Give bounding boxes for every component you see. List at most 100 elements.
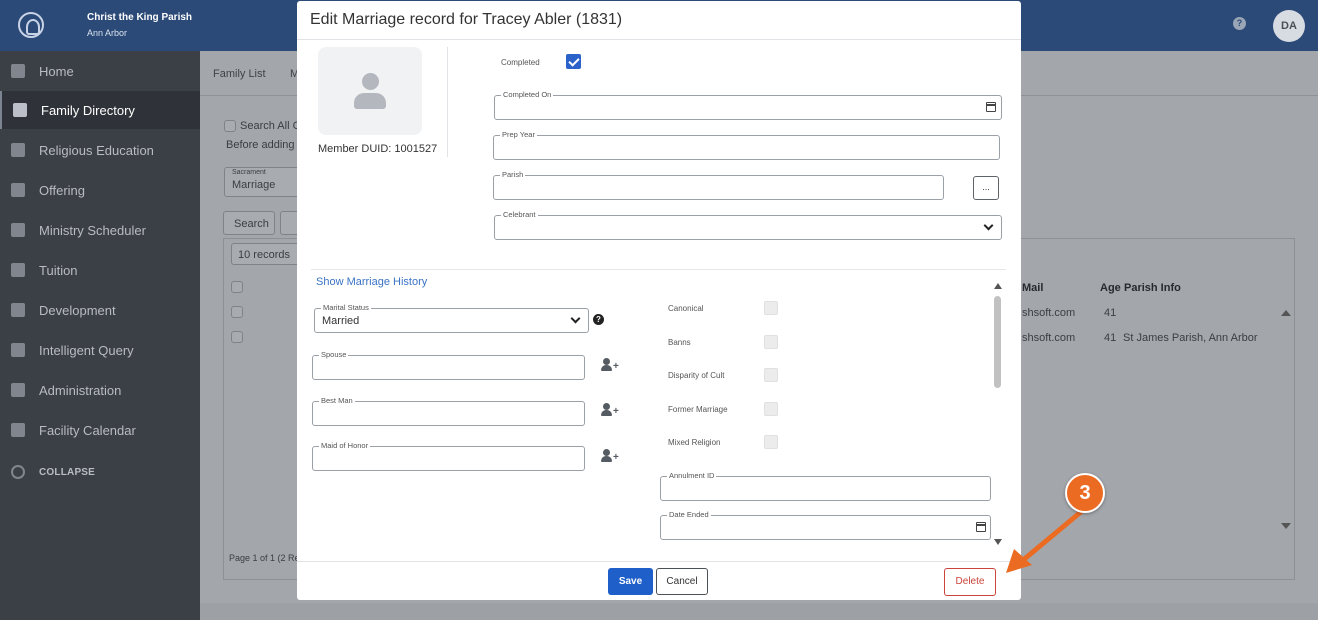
- sidebar-item-label: Facility Calendar: [39, 422, 136, 438]
- step-number-badge: 3: [1065, 473, 1105, 513]
- marital-status-select[interactable]: Marital Status Married: [314, 303, 589, 333]
- cell-parish-info: St James Parish, Ann Arbor: [1123, 332, 1258, 344]
- sitemap-icon: [11, 303, 25, 317]
- edit-marriage-modal: Edit Marriage record for Tracey Abler (1…: [297, 1, 1021, 600]
- sidebar: Home Family Directory Religious Educatio…: [0, 51, 200, 620]
- cell-email: shsoft.com: [1022, 307, 1076, 319]
- column-header-mail[interactable]: Mail: [1022, 282, 1043, 294]
- sidebar-item-label: Religious Education: [39, 142, 154, 158]
- sidebar-item-development[interactable]: Development: [0, 291, 200, 329]
- marital-status-help-icon[interactable]: ?: [593, 314, 604, 325]
- scrollbar-thumb[interactable]: [994, 296, 1001, 388]
- sacrament-value: Marriage: [232, 179, 276, 191]
- modal-title: Edit Marriage record for Tracey Abler (1…: [310, 11, 623, 28]
- show-marriage-history-link[interactable]: Show Marriage History: [316, 276, 427, 288]
- scroll-up-icon[interactable]: [994, 283, 1002, 289]
- disparity-label: Disparity of Cult: [668, 371, 725, 380]
- table-scroll-down-icon[interactable]: [1281, 523, 1291, 529]
- completed-on-field[interactable]: Completed On: [494, 90, 1002, 120]
- select-all-checkbox[interactable]: [231, 281, 243, 293]
- former-marriage-checkbox[interactable]: [764, 402, 778, 416]
- marital-status-label: Marital Status: [321, 303, 371, 312]
- celebrant-select[interactable]: Celebrant: [494, 210, 1002, 240]
- calendar-icon: [11, 223, 25, 237]
- add-spouse-icon[interactable]: +: [601, 358, 619, 372]
- search-button[interactable]: Search: [223, 211, 275, 235]
- search-all-checkbox[interactable]: [224, 120, 236, 132]
- sidebar-item-administration[interactable]: Administration: [0, 371, 200, 409]
- heart-icon: [11, 183, 25, 197]
- sidebar-item-label: Family Directory: [41, 102, 135, 118]
- sidebar-item-family-directory[interactable]: Family Directory: [0, 91, 200, 129]
- table-scroll-up-icon[interactable]: [1281, 310, 1291, 316]
- canonical-checkbox[interactable]: [764, 301, 778, 315]
- calendar-icon[interactable]: [985, 102, 996, 112]
- completed-checkbox[interactable]: [566, 54, 581, 69]
- canonical-label: Canonical: [668, 304, 704, 313]
- spouse-field[interactable]: Spouse: [312, 350, 585, 380]
- building-icon: [11, 423, 25, 437]
- sidebar-item-ministry-scheduler[interactable]: Ministry Scheduler: [0, 211, 200, 249]
- file-icon: [11, 343, 25, 357]
- delete-button[interactable]: Delete: [944, 568, 996, 596]
- completed-label: Completed: [501, 58, 540, 67]
- banns-label: Banns: [668, 338, 691, 347]
- add-maid-of-honor-icon[interactable]: +: [601, 449, 619, 463]
- marital-status-value: Married: [322, 315, 360, 327]
- banns-checkbox[interactable]: [764, 335, 778, 349]
- person-placeholder-body: [354, 93, 386, 109]
- sidebar-item-label: Tuition: [39, 262, 78, 278]
- maid-of-honor-label: Maid of Honor: [319, 441, 371, 450]
- tab-family-list[interactable]: Family List: [213, 68, 266, 80]
- prep-year-label: Prep Year: [500, 130, 537, 139]
- before-adding-text: Before adding: [226, 139, 295, 151]
- parish-lookup-button[interactable]: ...: [973, 176, 999, 200]
- row-checkbox[interactable]: [231, 331, 243, 343]
- column-header-parish-info[interactable]: Parish Info: [1124, 282, 1181, 294]
- user-avatar[interactable]: DA: [1273, 10, 1305, 42]
- school-icon: [11, 143, 25, 157]
- maid-of-honor-field[interactable]: Maid of Honor: [312, 441, 585, 471]
- parish-city: Ann Arbor: [87, 28, 128, 38]
- column-header-age[interactable]: Age: [1100, 282, 1121, 294]
- collapse-label: COLLAPSE: [39, 466, 96, 478]
- annulment-id-label: Annulment ID: [667, 471, 717, 480]
- cell-age: 41: [1104, 332, 1117, 344]
- disparity-checkbox[interactable]: [764, 368, 778, 382]
- best-man-field[interactable]: Best Man: [312, 396, 585, 426]
- mixed-religion-label: Mixed Religion: [668, 438, 721, 447]
- sidebar-item-label: Ministry Scheduler: [39, 222, 146, 238]
- add-best-man-icon[interactable]: +: [601, 403, 619, 417]
- row-checkbox[interactable]: [231, 306, 243, 318]
- sidebar-item-facility-calendar[interactable]: Facility Calendar: [0, 411, 200, 449]
- help-icon[interactable]: ?: [1233, 17, 1246, 30]
- collapse-icon: [11, 465, 25, 479]
- best-man-label: Best Man: [319, 396, 355, 405]
- sidebar-item-label: Offering: [39, 182, 86, 198]
- annulment-id-field[interactable]: Annulment ID: [660, 471, 991, 501]
- sidebar-item-tuition[interactable]: Tuition: [0, 251, 200, 289]
- completed-on-label: Completed On: [501, 90, 554, 99]
- prep-year-field[interactable]: Prep Year: [493, 130, 1000, 160]
- date-ended-label: Date Ended: [667, 510, 711, 519]
- records-per-page-select[interactable]: 10 records: [231, 243, 300, 265]
- home-icon: [11, 64, 25, 78]
- sidebar-item-intelligent-query[interactable]: Intelligent Query: [0, 331, 200, 369]
- save-button[interactable]: Save: [608, 568, 653, 595]
- parish-field[interactable]: Parish: [493, 170, 944, 200]
- sidebar-item-offering[interactable]: Offering: [0, 171, 200, 209]
- parish-logo-icon[interactable]: [18, 12, 44, 38]
- search-button-label: Search: [234, 218, 269, 230]
- sacrament-select[interactable]: Sacrament Marriage: [224, 167, 300, 197]
- mixed-religion-checkbox[interactable]: [764, 435, 778, 449]
- sidebar-item-religious-education[interactable]: Religious Education: [0, 131, 200, 169]
- member-photo[interactable]: [318, 47, 422, 135]
- sidebar-item-home[interactable]: Home: [0, 52, 200, 90]
- calendar-icon[interactable]: [975, 522, 986, 532]
- date-ended-field[interactable]: Date Ended: [660, 510, 991, 540]
- cancel-button[interactable]: Cancel: [656, 568, 708, 595]
- sidebar-collapse[interactable]: COLLAPSE: [0, 453, 200, 491]
- chevron-down-icon: [983, 220, 994, 231]
- section-divider: [311, 269, 1006, 270]
- person-placeholder-icon: [362, 73, 379, 90]
